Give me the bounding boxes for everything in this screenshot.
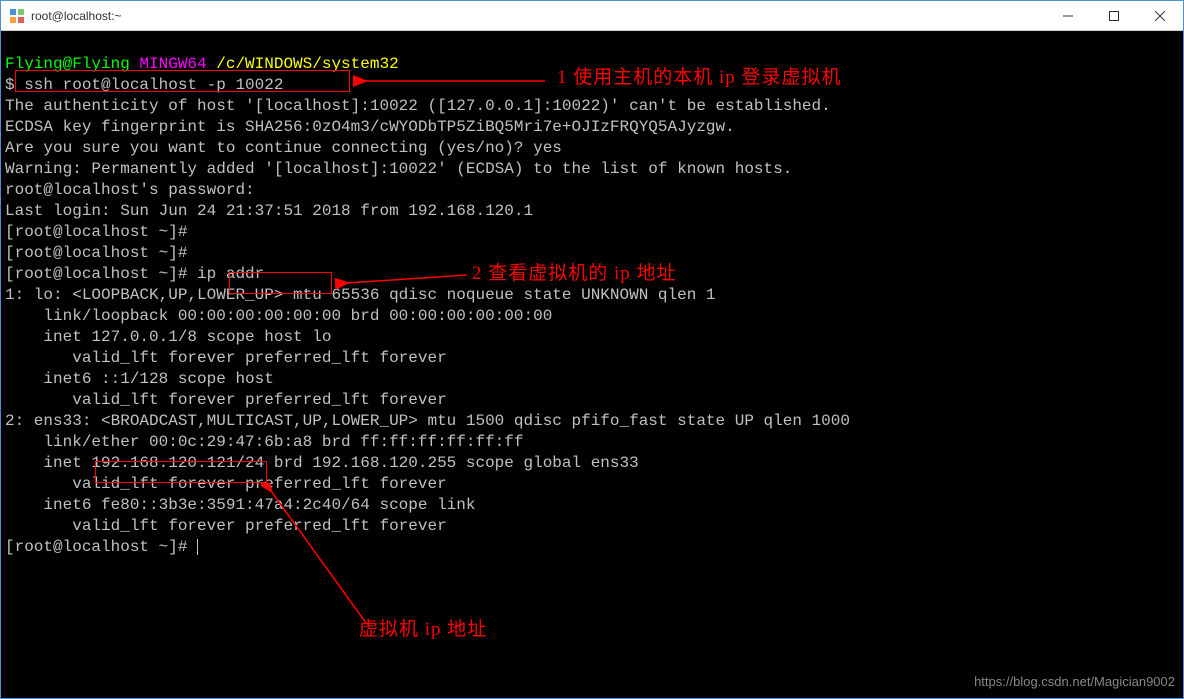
terminal-line: [root@localhost ~]# bbox=[5, 538, 198, 556]
ssh-command: ssh root@localhost -p 10022 bbox=[24, 76, 283, 94]
terminal-line: $ ssh root@localhost -p 10022 bbox=[5, 76, 283, 94]
arrow-icon bbox=[332, 259, 472, 289]
terminal-line: valid_lft forever preferred_lft forever bbox=[5, 349, 447, 367]
prompt-end: [root@localhost ~]# bbox=[5, 538, 197, 556]
terminal-line: Warning: Permanently added '[localhost]:… bbox=[5, 160, 792, 178]
terminal-line: Are you sure you want to continue connec… bbox=[5, 139, 562, 157]
terminal-line: Last login: Sun Jun 24 21:37:51 2018 fro… bbox=[5, 202, 533, 220]
close-button[interactable] bbox=[1137, 1, 1183, 31]
terminal-line: [root@localhost ~]# ip addr bbox=[5, 265, 264, 283]
terminal-line: valid_lft forever preferred_lft forever bbox=[5, 517, 447, 535]
terminal-line: Flying@Flying MINGW64 /c/WINDOWS/system3… bbox=[5, 55, 399, 73]
terminal-line: link/ether 00:0c:29:47:6b:a8 brd ff:ff:f… bbox=[5, 433, 523, 451]
window-title: root@localhost:~ bbox=[31, 9, 122, 23]
prompt-dollar: $ bbox=[5, 76, 24, 94]
window-frame: root@localhost:~ Flying@Flying MINGW64 /… bbox=[0, 0, 1184, 699]
terminal-line: The authenticity of host '[localhost]:10… bbox=[5, 97, 831, 115]
annotation-text-1: 1 使用主机的本机 ip 登录虚拟机 bbox=[557, 67, 842, 88]
annotation-text-2: 2 查看虚拟机的 ip 地址 bbox=[472, 263, 677, 284]
terminal-line: [root@localhost ~]# bbox=[5, 223, 187, 241]
cursor-icon bbox=[197, 539, 198, 555]
terminal-area[interactable]: Flying@Flying MINGW64 /c/WINDOWS/system3… bbox=[1, 31, 1183, 698]
prompt-user: Flying@Flying bbox=[5, 55, 139, 73]
terminal-line: inet6 fe80::3b3e:3591:47a4:2c40/64 scope… bbox=[5, 496, 475, 514]
app-icon bbox=[9, 8, 25, 24]
terminal-line: inet 127.0.0.1/8 scope host lo bbox=[5, 328, 331, 346]
annotation-text-3: 虚拟机 ip 地址 bbox=[359, 619, 487, 640]
terminal-line: ECDSA key fingerprint is SHA256:0zO4m3/c… bbox=[5, 118, 735, 136]
maximize-button[interactable] bbox=[1091, 1, 1137, 31]
terminal-line: [root@localhost ~]# bbox=[5, 244, 187, 262]
terminal-line: 2: ens33: <BROADCAST,MULTICAST,UP,LOWER_… bbox=[5, 412, 850, 430]
terminal-line: valid_lft forever preferred_lft forever bbox=[5, 391, 447, 409]
terminal-line: root@localhost's password: bbox=[5, 181, 255, 199]
terminal-line: link/loopback 00:00:00:00:00:00 brd 00:0… bbox=[5, 307, 552, 325]
arrow-icon bbox=[350, 69, 550, 99]
terminal-line: valid_lft forever preferred_lft forever bbox=[5, 475, 447, 493]
prompt-cwd: /c/WINDOWS/system32 bbox=[216, 55, 398, 73]
prompt-sys: MINGW64 bbox=[139, 55, 216, 73]
watermark: https://blog.csdn.net/Magician9002 bbox=[974, 671, 1175, 692]
terminal-line: inet6 ::1/128 scope host bbox=[5, 370, 274, 388]
minimize-button[interactable] bbox=[1045, 1, 1091, 31]
terminal-line: inet 192.168.120.121/24 brd 192.168.120.… bbox=[5, 454, 639, 472]
titlebar[interactable]: root@localhost:~ bbox=[1, 1, 1183, 31]
terminal-line: 1: lo: <LOOPBACK,UP,LOWER_UP> mtu 65536 … bbox=[5, 286, 716, 304]
